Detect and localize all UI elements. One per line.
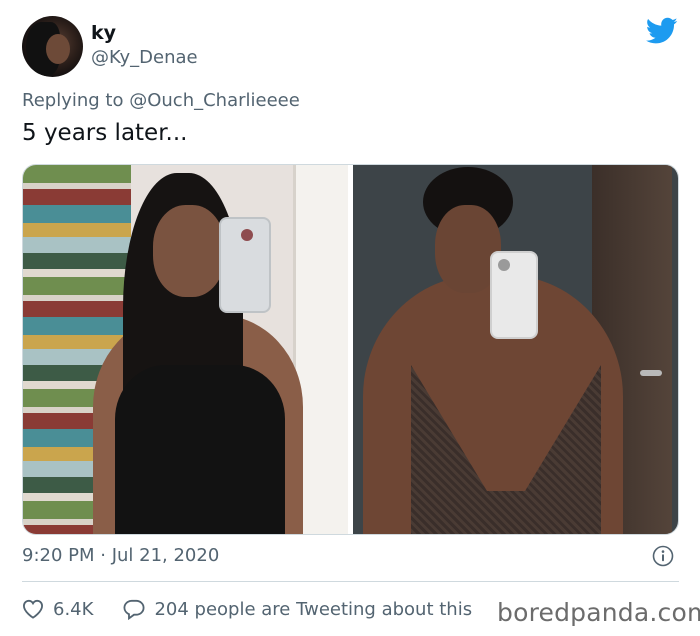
author-display-name[interactable]: ky [91, 22, 116, 44]
speech-bubble-icon [123, 599, 145, 620]
left-phone [219, 217, 271, 313]
replying-to-line: Replying to @Ouch_Charlieeee [22, 90, 300, 111]
divider [22, 581, 679, 582]
replying-to-prefix: Replying to [22, 90, 124, 111]
tweeting-about-link[interactable]: 204 people are Tweeting about this [123, 599, 472, 620]
right-phone [490, 251, 538, 339]
right-selfie-photo[interactable] [353, 165, 678, 534]
author-handle[interactable]: @Ky_Denae [91, 47, 198, 68]
tweet-media[interactable] [22, 164, 679, 535]
info-icon[interactable] [652, 545, 674, 567]
boredpanda-watermark: boredpanda.com [497, 598, 700, 627]
avatar-face [46, 34, 70, 64]
tweet-actions: 6.4K 204 people are Tweeting about this [22, 596, 472, 622]
author-avatar[interactable] [22, 16, 83, 77]
twitter-bird-icon[interactable] [646, 17, 678, 45]
reply-mention-link[interactable]: @Ouch_Charlieeee [129, 90, 300, 111]
left-selfie-photo[interactable] [23, 165, 348, 534]
tweet-timestamp[interactable]: 9:20 PM · Jul 21, 2020 [22, 545, 219, 566]
like-count: 6.4K [53, 598, 94, 620]
tweet-text: 5 years later... [22, 120, 188, 146]
like-action[interactable]: 6.4K [22, 599, 93, 620]
left-person-black-top [115, 365, 285, 534]
tweeting-about-text: 204 people are Tweeting about this [154, 598, 473, 620]
door-handle [640, 370, 662, 376]
heart-icon [22, 599, 44, 619]
left-person-face [153, 205, 225, 297]
